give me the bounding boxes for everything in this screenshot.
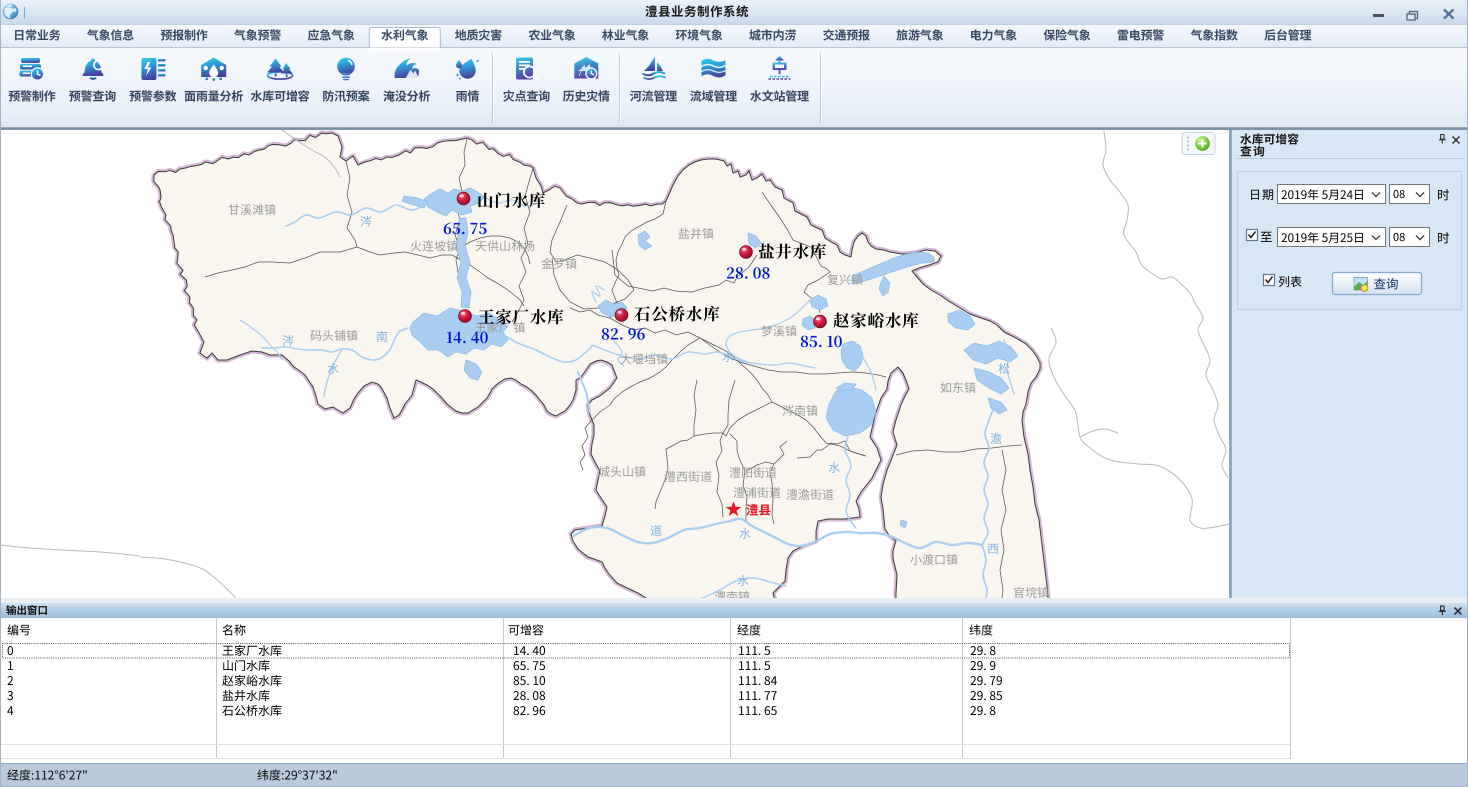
- svg-text:7: 7: [578, 69, 583, 78]
